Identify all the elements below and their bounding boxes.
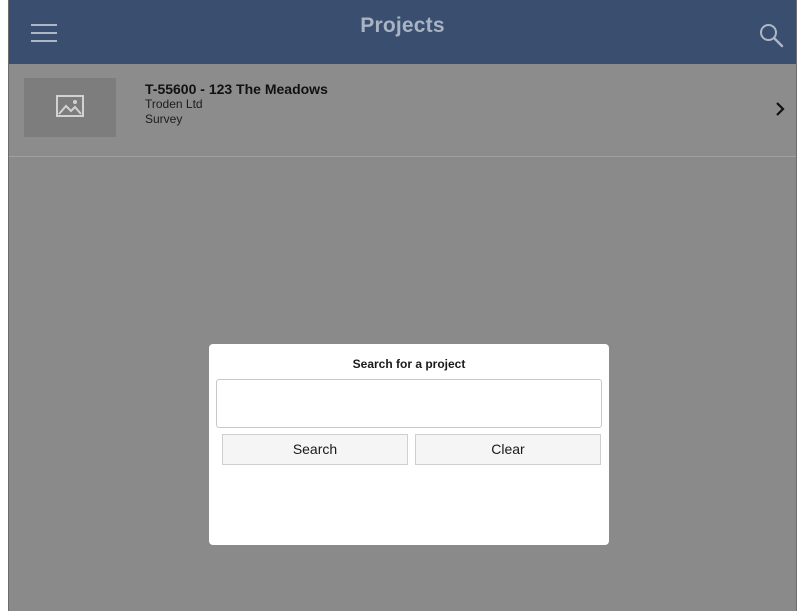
project-thumbnail <box>24 78 116 137</box>
project-type: Survey <box>145 112 183 126</box>
search-icon[interactable] <box>758 22 784 48</box>
project-company: Troden Ltd <box>145 97 203 111</box>
project-list-item[interactable]: T-55600 - 123 The Meadows Troden Ltd Sur… <box>9 64 796 157</box>
search-dialog: Search for a project Search Clear <box>209 344 609 545</box>
search-input[interactable] <box>216 379 602 428</box>
image-placeholder-icon <box>56 95 84 117</box>
dialog-title: Search for a project <box>352 357 466 371</box>
page-title: Projects <box>360 14 445 37</box>
app-bar: Projects <box>9 0 796 64</box>
app-window: Projects T-55600 - 123 The Meadows Trode… <box>8 0 797 611</box>
project-title: T-55600 - 123 The Meadows <box>145 81 328 97</box>
search-button[interactable]: Search <box>222 434 408 465</box>
clear-button[interactable]: Clear <box>415 434 601 465</box>
chevron-right-icon[interactable] <box>774 100 786 118</box>
